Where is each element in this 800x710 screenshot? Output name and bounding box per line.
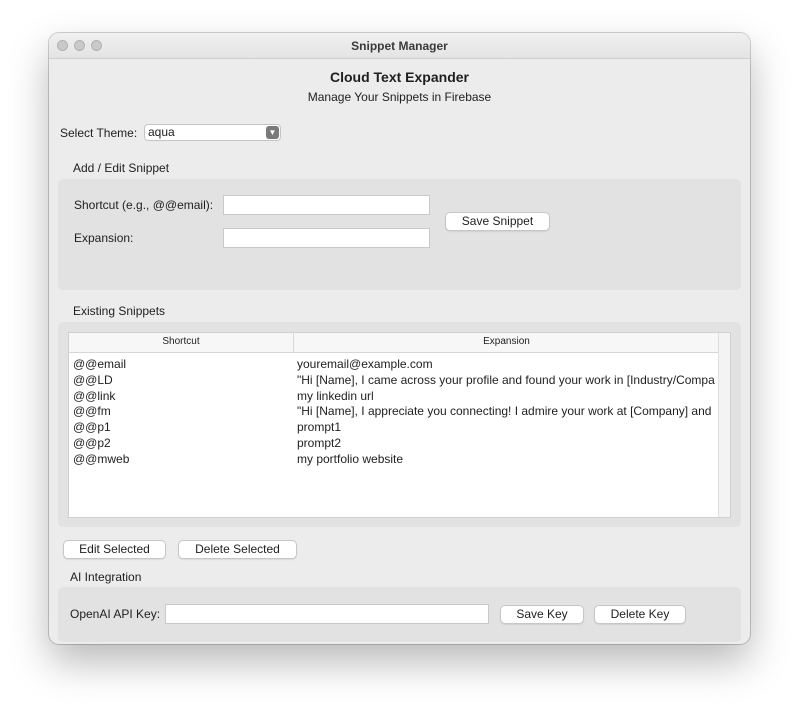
table-row[interactable]: @@fm "Hi [Name], I appreciate you connect… <box>69 404 719 420</box>
window-title: Snippet Manager <box>351 39 448 53</box>
cell-shortcut: @@fm <box>73 404 111 419</box>
shortcut-input[interactable] <box>223 195 430 215</box>
save-snippet-button[interactable]: Save Snippet <box>445 212 550 231</box>
cell-expansion: my linkedin url <box>297 388 374 403</box>
table-scrollbar[interactable] <box>718 333 730 517</box>
expansion-input[interactable] <box>223 228 430 248</box>
edit-selected-button[interactable]: Edit Selected <box>63 540 166 559</box>
cell-expansion: "Hi [Name], I came across your profile a… <box>297 372 715 387</box>
chevron-down-icon: ▼ <box>266 126 279 139</box>
theme-select-value: aqua <box>148 125 175 139</box>
cell-expansion: prompt1 <box>297 420 342 435</box>
save-key-button[interactable]: Save Key <box>500 605 584 624</box>
shortcut-label: Shortcut (e.g., @@email): <box>74 198 214 212</box>
api-key-input[interactable] <box>165 604 489 624</box>
api-key-label: OpenAI API Key: <box>70 607 161 621</box>
delete-selected-button[interactable]: Delete Selected <box>178 540 297 559</box>
table-row[interactable]: @@mweb my portfolio website <box>69 452 719 468</box>
snippets-table[interactable]: Shortcut Expansion @@email youremail@exam… <box>68 332 731 518</box>
cell-expansion: prompt2 <box>297 435 342 450</box>
ai-group-title: AI Integration <box>70 570 142 584</box>
table-header: Shortcut Expansion <box>69 333 719 353</box>
snippets-title: Existing Snippets <box>73 304 166 318</box>
expansion-label: Expansion: <box>74 231 134 245</box>
table-row[interactable]: @@LD "Hi [Name], I came across your profi… <box>69 373 719 389</box>
app-title: Cloud Text Expander <box>330 69 469 85</box>
cell-expansion: "Hi [Name], I appreciate you connecting!… <box>297 404 712 419</box>
cell-shortcut: @@link <box>73 388 116 403</box>
theme-select[interactable]: aqua ▼ <box>144 124 281 141</box>
table-row[interactable]: @@p2 prompt2 <box>69 436 719 452</box>
cell-shortcut: @@p1 <box>73 420 111 435</box>
cell-expansion: youremail@example.com <box>297 357 433 371</box>
edit-group-title: Add / Edit Snippet <box>73 161 170 175</box>
cell-shortcut: @@mweb <box>73 451 130 466</box>
cell-shortcut: @@LD <box>73 372 113 387</box>
cell-expansion: my portfolio website <box>297 451 404 466</box>
delete-key-button[interactable]: Delete Key <box>594 605 686 624</box>
app-subtitle: Manage Your Snippets in Firebase <box>307 90 492 104</box>
theme-label: Select Theme: <box>60 126 138 140</box>
column-header-expansion[interactable]: Expansion <box>294 336 719 347</box>
table-row[interactable]: @@email youremail@example.com <box>69 357 719 373</box>
table-row[interactable]: @@link my linkedin url <box>69 389 719 405</box>
app-window: Snippet Manager Cloud Text Expander Mana… <box>49 33 750 644</box>
cell-shortcut: @@email <box>73 357 127 371</box>
title-bar: Snippet Manager <box>49 33 750 59</box>
table-body: @@email youremail@example.com @@LD "Hi [Nam… <box>69 357 719 468</box>
column-header-shortcut[interactable]: Shortcut <box>69 336 293 347</box>
table-row[interactable]: @@p1 prompt1 <box>69 420 719 436</box>
cell-shortcut: @@p2 <box>73 435 111 450</box>
